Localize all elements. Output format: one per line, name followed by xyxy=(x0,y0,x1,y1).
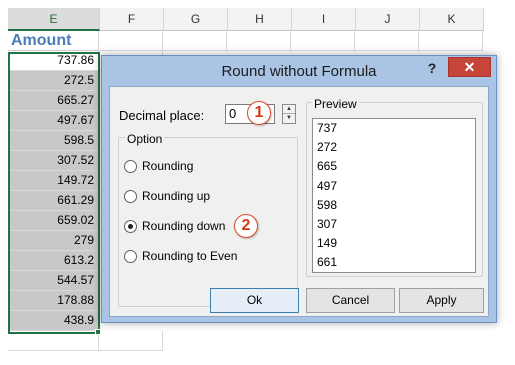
amount-cell[interactable]: 665.27 xyxy=(8,91,99,111)
step-badge-2: 2 xyxy=(234,214,258,238)
column-header-g[interactable]: G xyxy=(164,8,228,31)
column-header-i[interactable]: I xyxy=(292,8,356,31)
empty-cell[interactable] xyxy=(227,31,291,51)
amount-cell[interactable]: 613.2 xyxy=(8,251,99,271)
list-item: 272 xyxy=(317,140,338,155)
preview-list[interactable]: 737 272 665 497 598 307 149 661 xyxy=(312,118,476,273)
empty-cell[interactable] xyxy=(419,31,483,51)
empty-cell[interactable] xyxy=(8,331,99,351)
radio-rounding-to-even[interactable]: Rounding to Even xyxy=(124,249,237,263)
radio-circle-icon[interactable] xyxy=(124,189,137,203)
help-button[interactable]: ? xyxy=(424,60,440,78)
ok-button[interactable]: Ok xyxy=(210,288,299,313)
list-item: 149 xyxy=(317,236,338,251)
amount-cell[interactable]: 149.72 xyxy=(8,171,99,191)
spin-up-icon[interactable]: ▲ xyxy=(283,105,295,114)
amount-cell[interactable]: 307.52 xyxy=(8,151,99,171)
column-header-f[interactable]: F xyxy=(100,8,164,31)
radio-label: Rounding up xyxy=(142,189,211,203)
radio-rounding-up[interactable]: Rounding up xyxy=(124,189,210,203)
fill-handle[interactable] xyxy=(95,329,101,335)
amount-cell[interactable]: 659.02 xyxy=(8,211,99,231)
amount-cell[interactable]: 438.9 xyxy=(8,311,99,331)
column-header-k[interactable]: K xyxy=(420,8,484,31)
amount-cell[interactable]: 737.86 xyxy=(8,51,99,71)
round-dialog: Round without Formula ? ✕ Decimal place:… xyxy=(101,55,497,323)
radio-rounding[interactable]: Rounding xyxy=(124,159,193,173)
radio-label: Rounding down xyxy=(142,219,226,233)
decimal-place-label: Decimal place: xyxy=(119,108,205,123)
dialog-titlebar[interactable]: Round without Formula ? ✕ xyxy=(102,56,496,86)
step-badge-1: 1 xyxy=(247,101,271,125)
amount-cell[interactable]: 598.5 xyxy=(8,131,99,151)
column-header-j[interactable]: J xyxy=(356,8,420,31)
amount-header-cell[interactable]: Amount xyxy=(8,31,99,51)
list-item: 497 xyxy=(317,178,338,193)
column-header-row: E F G H I J K xyxy=(8,8,505,31)
list-item: 598 xyxy=(317,197,338,212)
decimal-spinner[interactable]: ▲ ▼ xyxy=(282,104,296,124)
option-legend: Option xyxy=(125,132,165,146)
list-item: 665 xyxy=(317,159,338,174)
empty-cell[interactable] xyxy=(99,331,163,351)
list-item: 661 xyxy=(317,255,338,270)
empty-cell[interactable] xyxy=(99,31,163,51)
radio-label: Rounding xyxy=(142,159,194,173)
amount-cell[interactable]: 279 xyxy=(8,231,99,251)
preview-legend: Preview xyxy=(312,97,359,111)
radio-circle-icon[interactable] xyxy=(124,249,137,263)
dialog-body: Decimal place: 0 1 ▲ ▼ Option Rounding R… xyxy=(109,86,489,317)
radio-circle-icon[interactable] xyxy=(124,159,137,173)
spin-down-icon[interactable]: ▼ xyxy=(283,114,295,123)
amount-cell[interactable]: 272.5 xyxy=(8,71,99,91)
amount-cell[interactable]: 661.29 xyxy=(8,191,99,211)
column-header-e[interactable]: E xyxy=(8,8,100,31)
empty-cell[interactable] xyxy=(291,31,355,51)
list-item: 737 xyxy=(317,121,338,135)
cancel-button[interactable]: Cancel xyxy=(306,288,395,313)
close-button[interactable]: ✕ xyxy=(448,57,491,77)
amount-cell[interactable]: 178.88 xyxy=(8,291,99,311)
radio-rounding-down[interactable]: Rounding down xyxy=(124,219,225,233)
radio-label: Rounding to Even xyxy=(142,249,238,263)
empty-cell[interactable] xyxy=(163,31,227,51)
amount-cell[interactable]: 497.67 xyxy=(8,111,99,131)
apply-button[interactable]: Apply xyxy=(399,288,484,313)
empty-cell[interactable] xyxy=(355,31,419,51)
table-row xyxy=(8,331,505,351)
amount-cell[interactable]: 544.57 xyxy=(8,271,99,291)
table-row: Amount xyxy=(8,31,505,51)
column-header-h[interactable]: H xyxy=(228,8,292,31)
list-item: 307 xyxy=(317,216,338,231)
radio-circle-icon[interactable] xyxy=(124,219,137,233)
